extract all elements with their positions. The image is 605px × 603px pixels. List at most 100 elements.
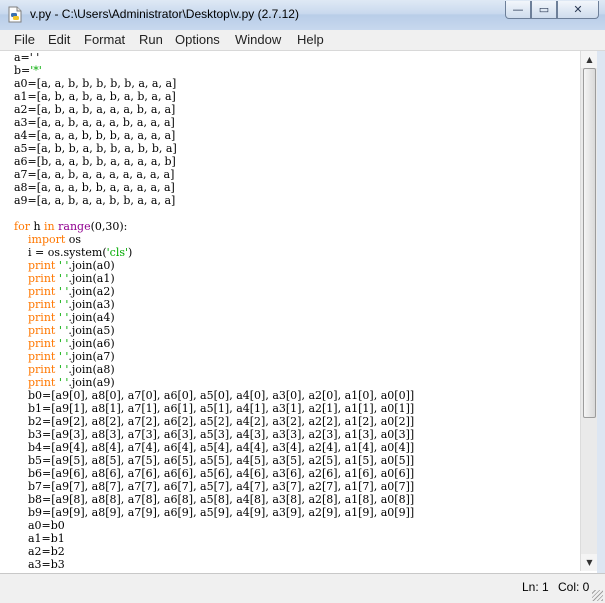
code-line: b1=[a9[1], a8[1], a7[1], a6[1], a5[1], a… — [14, 402, 580, 415]
menu-edit[interactable]: Edit — [48, 32, 70, 47]
maximize-icon: ▭ — [538, 3, 550, 16]
code-line: print ' '.join(a7) — [14, 350, 580, 363]
code-line: print ' '.join(a1) — [14, 272, 580, 285]
code-token: .join(a9) — [68, 376, 115, 389]
code-token: .join(a7) — [68, 350, 115, 363]
code-token: a3=b3 — [14, 558, 65, 571]
code-token: b1=[a9[1], a8[1], a7[1], a6[1], a5[1], a… — [14, 402, 415, 415]
code-line: b9=[a9[9], a8[9], a7[9], a6[9], a5[9], a… — [14, 506, 580, 519]
code-line: b3=[a9[3], a8[3], a7[3], a6[3], a5[3], a… — [14, 428, 580, 441]
title-bar[interactable]: v.py - C:\Users\Administrator\Desktop\v.… — [0, 0, 605, 31]
python-file-icon — [8, 6, 22, 23]
code-line: import os — [14, 233, 580, 246]
code-token: b6=[a9[6], a8[6], a7[6], a6[6], a5[6], a… — [14, 467, 415, 480]
code-token-kw: print — [28, 350, 56, 363]
code-editor[interactable]: a=' ' b='*' a0=[a, a, b, b, b, b, b, a, a,… — [0, 51, 580, 571]
code-line: a0=[a, a, b, b, b, b, b, a, a, a] — [14, 77, 580, 90]
code-line: print ' '.join(a5) — [14, 324, 580, 337]
code-token: a0=[a, a, b, b, b, b, b, a, a, a] — [14, 77, 177, 90]
code-token: a1=b1 — [14, 532, 65, 545]
code-line: b7=[a9[7], a8[7], a7[7], a6[7], a5[7], a… — [14, 480, 580, 493]
menu-window[interactable]: Window — [235, 32, 281, 47]
code-token: a4=[a, a, a, b, b, b, a, a, a, a] — [14, 129, 176, 142]
status-bar: Ln: 1 Col: 0 — [0, 573, 605, 603]
code-token-str: ' ' — [58, 298, 69, 311]
code-token-str: 'cls' — [106, 246, 129, 259]
code-token: (0,30): — [90, 220, 128, 233]
vertical-scrollbar[interactable]: ▲ ▼ — [580, 51, 598, 571]
code-line: a3=b3 — [14, 558, 580, 571]
code-line: print ' '.join(a2) — [14, 285, 580, 298]
code-token: .join(a3) — [68, 298, 115, 311]
code-token: a=' ' — [14, 51, 40, 64]
code-token-str: ' ' — [58, 363, 69, 376]
code-line: print ' '.join(a8) — [14, 363, 580, 376]
code-line: b='*' — [14, 64, 580, 77]
menu-format[interactable]: Format — [84, 32, 125, 47]
code-token-str: ' ' — [58, 350, 69, 363]
code-line: a9=[a, a, b, a, a, b, b, a, a, a] — [14, 194, 580, 207]
code-token: a8=[a, a, a, b, b, a, a, a, a, a] — [14, 181, 175, 194]
code-token: a7=[a, a, b, a, a, a, a, a, a, a] — [14, 168, 175, 181]
code-line: b6=[a9[6], a8[6], a7[6], a6[6], a5[6], a… — [14, 467, 580, 480]
code-token: h — [29, 220, 45, 233]
code-line: a2=b2 — [14, 545, 580, 558]
code-line: a7=[a, a, b, a, a, a, a, a, a, a] — [14, 168, 580, 181]
code-token-str: ' ' — [58, 324, 69, 337]
code-token: a9=[a, a, b, a, a, b, b, a, a, a] — [14, 194, 176, 207]
menu-bar: File Edit Format Run Options Window Help — [0, 30, 605, 51]
code-token: b4=[a9[4], a8[4], a7[4], a6[4], a5[4], a… — [14, 441, 415, 454]
status-line: Ln: 1 — [522, 580, 549, 594]
code-line: b8=[a9[8], a8[8], a7[8], a6[8], a5[8], a… — [14, 493, 580, 506]
code-text: a=' ' b='*' a0=[a, a, b, b, b, b, b, a, a,… — [0, 51, 580, 571]
close-button[interactable]: ✕ — [557, 1, 599, 19]
scroll-down-button[interactable]: ▼ — [581, 554, 598, 571]
code-line: b4=[a9[4], a8[4], a7[4], a6[4], a5[4], a… — [14, 441, 580, 454]
menu-help[interactable]: Help — [297, 32, 324, 47]
code-line: a1=b1 — [14, 532, 580, 545]
code-token: ) — [128, 246, 133, 259]
code-line: print ' '.join(a3) — [14, 298, 580, 311]
scroll-up-button[interactable]: ▲ — [581, 51, 598, 68]
code-token: .join(a6) — [68, 337, 115, 350]
resize-grip-icon[interactable] — [592, 590, 603, 601]
code-token: b9=[a9[9], a8[9], a7[9], a6[9], a5[9], a… — [14, 506, 415, 519]
code-token: os — [65, 233, 82, 246]
menu-run[interactable]: Run — [139, 32, 163, 47]
code-line: a=' ' — [14, 51, 580, 64]
menu-options[interactable]: Options — [175, 32, 220, 47]
code-line: a3=[a, a, b, a, a, a, b, a, a, a] — [14, 116, 580, 129]
code-token: b5=[a9[5], a8[5], a7[5], a6[5], a5[5], a… — [14, 454, 415, 467]
code-line: i = os.system('cls') — [14, 246, 580, 259]
code-token-bi: range — [58, 220, 91, 233]
code-token-str: ' ' — [58, 311, 69, 324]
code-line: print ' '.join(a6) — [14, 337, 580, 350]
code-line: a8=[a, a, a, b, b, a, a, a, a, a] — [14, 181, 580, 194]
code-line: for h in range(0,30): — [14, 220, 580, 233]
code-token-str: ' ' — [58, 259, 69, 272]
scrollbar-thumb[interactable] — [583, 68, 596, 418]
code-token: b8=[a9[8], a8[8], a7[8], a6[8], a5[8], a… — [14, 493, 415, 506]
code-token-kw: in — [44, 220, 55, 233]
minimize-button[interactable]: — — [505, 1, 531, 19]
code-token-str: ' ' — [58, 337, 69, 350]
code-line: a0=b0 — [14, 519, 580, 532]
maximize-button[interactable]: ▭ — [531, 1, 557, 19]
code-token-kw: import — [28, 233, 66, 246]
code-token-kw: print — [28, 311, 56, 324]
menu-file[interactable]: File — [14, 32, 35, 47]
code-token-str: '*' — [30, 64, 42, 77]
code-token: a2=b2 — [14, 545, 65, 558]
code-token-kw: print — [28, 324, 56, 337]
arrow-down-icon: ▼ — [586, 558, 593, 567]
code-line: b2=[a9[2], a8[2], a7[2], a6[2], a5[2], a… — [14, 415, 580, 428]
code-token: .join(a1) — [68, 272, 115, 285]
